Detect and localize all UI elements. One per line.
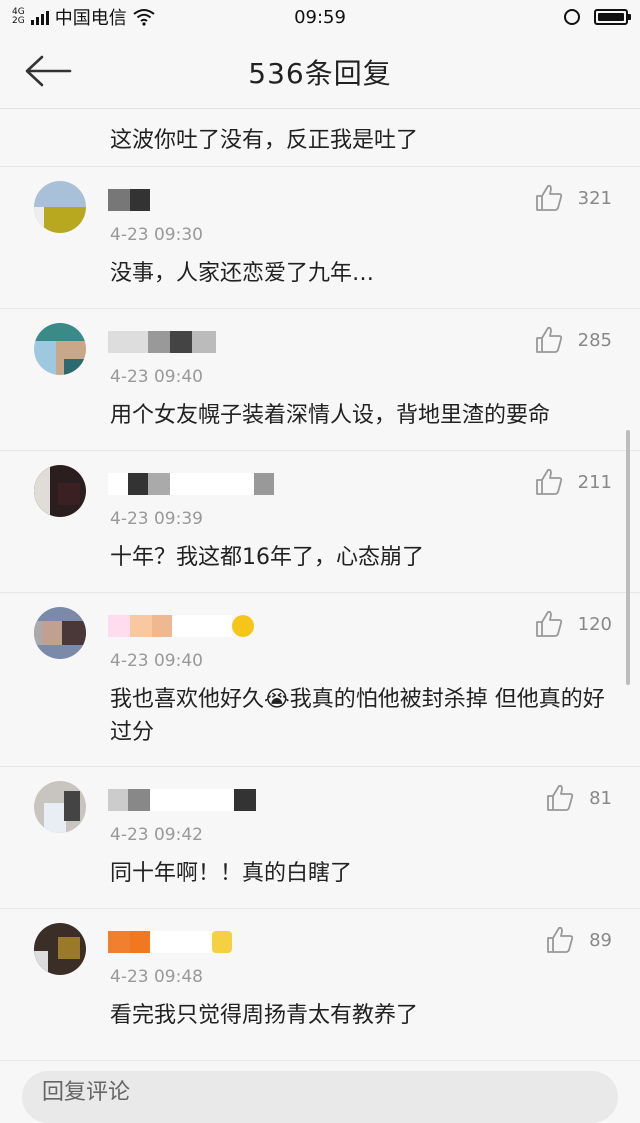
like-count: 321 xyxy=(577,187,612,209)
alarm-icon xyxy=(564,9,580,25)
like-button[interactable]: 81 xyxy=(545,783,612,813)
like-count: 211 xyxy=(577,471,612,493)
status-bar: 4G 2G 中国电信 09:59 xyxy=(0,0,640,34)
username-mosaic[interactable] xyxy=(108,331,216,355)
like-button[interactable]: 321 xyxy=(534,183,612,213)
like-count: 285 xyxy=(577,329,612,351)
like-count: 89 xyxy=(589,929,612,951)
network-type: 4G 2G xyxy=(12,8,25,26)
wifi-icon xyxy=(133,9,155,26)
page-title: 536条回复 xyxy=(248,57,392,90)
thumbs-up-icon xyxy=(535,184,562,211)
scrollbar[interactable] xyxy=(626,430,630,685)
emoji-icon xyxy=(212,931,232,953)
comment-list[interactable]: 这波你吐了没有，反正我是吐了 4-23 09:30 321 没事，人家还恋爱了九… xyxy=(0,109,640,1051)
comment-text: 十年？我这都16年了，心态崩了 xyxy=(110,545,424,570)
comment-time: 4-23 09:40 xyxy=(110,651,203,671)
comment-item[interactable]: 4-23 09:40 120 我也喜欢他好久😭我真的怕他被封杀掉 但他真的好过分 xyxy=(0,593,640,767)
comment-item[interactable]: 4-23 09:30 321 没事，人家还恋爱了九年… xyxy=(0,167,640,309)
parent-comment-text: 这波你吐了没有，反正我是吐了 xyxy=(0,109,640,167)
battery-icon xyxy=(594,9,631,25)
comment-time: 4-23 09:42 xyxy=(110,825,203,845)
avatar[interactable] xyxy=(34,323,86,375)
avatar[interactable] xyxy=(34,465,86,517)
like-button[interactable]: 89 xyxy=(545,925,612,955)
username-mosaic[interactable] xyxy=(108,615,254,639)
nav-bar: 536条回复 xyxy=(0,34,640,109)
thumbs-up-icon xyxy=(535,468,562,495)
comment-item[interactable]: 4-23 09:39 211 十年？我这都16年了，心态崩了 xyxy=(0,451,640,593)
reply-bar: 回复评论 xyxy=(0,1060,640,1123)
avatar[interactable] xyxy=(34,181,86,233)
comment-item[interactable]: 4-23 09:48 89 看完我只觉得周扬青太有教养了 xyxy=(0,909,640,1051)
username-mosaic[interactable] xyxy=(108,473,274,497)
signal-icon xyxy=(30,9,49,25)
like-button[interactable]: 285 xyxy=(534,325,612,355)
thumbs-up-icon xyxy=(535,326,562,353)
comment-item[interactable]: 4-23 09:40 285 用个女友幌子装着深情人设，背地里渣的要命 xyxy=(0,309,640,451)
carrier-label: 中国电信 xyxy=(54,8,127,29)
comment-time: 4-23 09:48 xyxy=(110,967,203,987)
comment-text: 用个女友幌子装着深情人设，背地里渣的要命 xyxy=(110,403,551,428)
username-mosaic[interactable] xyxy=(108,189,150,213)
avatar[interactable] xyxy=(34,923,86,975)
like-button[interactable]: 120 xyxy=(534,609,612,639)
avatar[interactable] xyxy=(34,781,86,833)
comment-text: 看完我只觉得周扬青太有教养了 xyxy=(110,1003,419,1028)
username-mosaic[interactable] xyxy=(108,931,232,955)
comment-time: 4-23 09:30 xyxy=(110,225,203,245)
network-sub-label: 2G xyxy=(12,16,25,26)
like-button[interactable]: 211 xyxy=(534,467,612,497)
status-right xyxy=(564,9,640,25)
username-mosaic[interactable] xyxy=(108,789,256,813)
comment-item[interactable]: 4-23 09:42 81 同十年啊！！真的白瞎了 xyxy=(0,767,640,909)
comment-time: 4-23 09:39 xyxy=(110,509,203,529)
thumbs-up-icon xyxy=(547,926,574,953)
emoji-icon xyxy=(232,615,254,637)
comment-text: 没事，人家还恋爱了九年… xyxy=(110,261,375,286)
status-left: 4G 2G 中国电信 xyxy=(0,4,155,30)
comment-text: 同十年啊！！真的白瞎了 xyxy=(110,861,353,886)
thumbs-up-icon xyxy=(535,610,562,637)
comment-time: 4-23 09:40 xyxy=(110,367,203,387)
avatar[interactable] xyxy=(34,607,86,659)
like-count: 81 xyxy=(589,787,612,809)
battery-fill xyxy=(598,13,624,21)
reply-input[interactable]: 回复评论 xyxy=(22,1071,618,1123)
comment-text: 我也喜欢他好久😭我真的怕他被封杀掉 但他真的好过分 xyxy=(110,687,605,745)
like-count: 120 xyxy=(577,613,612,635)
thumbs-up-icon xyxy=(547,784,574,811)
